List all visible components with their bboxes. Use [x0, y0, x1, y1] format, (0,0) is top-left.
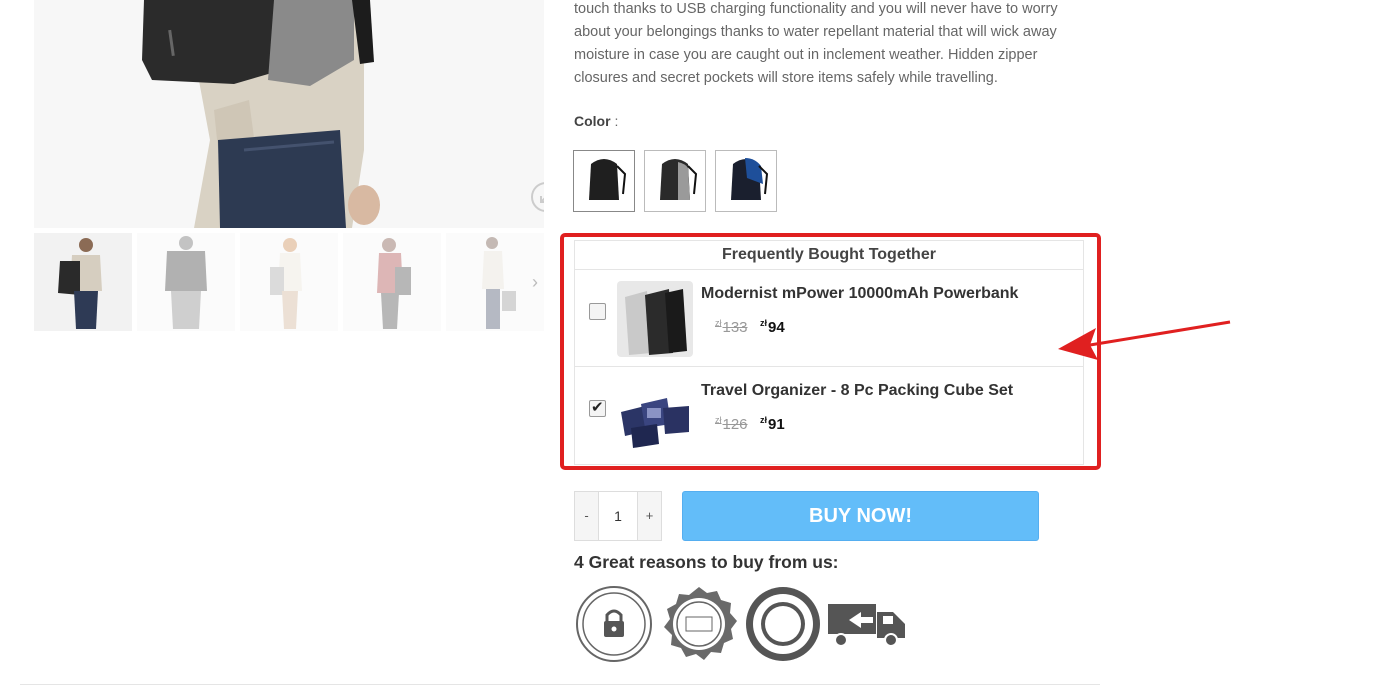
- arrow-left-icon: [1058, 320, 1231, 360]
- thumbnail-2[interactable]: [137, 233, 235, 331]
- thumbnail-3[interactable]: [240, 233, 338, 331]
- satisfaction-guaranteed-badge-icon: [746, 587, 820, 661]
- buy-now-button[interactable]: BUY NOW!: [682, 491, 1039, 541]
- quantity-stepper: - +: [574, 491, 662, 541]
- product-description: touch thanks to USB charging functionali…: [574, 1, 1058, 86]
- chevron-right-icon[interactable]: ›: [526, 271, 544, 293]
- thumbnail-1[interactable]: [34, 233, 132, 331]
- color-swatch-blue[interactable]: [715, 150, 777, 212]
- easy-returns-truck-icon: [828, 604, 905, 647]
- zoom-icon[interactable]: [530, 181, 544, 213]
- secure-ordering-badge-icon: [576, 586, 652, 662]
- reasons-title: 4 Great reasons to buy from us:: [574, 552, 839, 572]
- color-label: Color :: [574, 113, 619, 129]
- highlight-box: [560, 233, 1101, 470]
- color-swatch-black[interactable]: [573, 150, 635, 212]
- thumbnail-4[interactable]: [343, 233, 441, 331]
- color-swatch-grey[interactable]: [644, 150, 706, 212]
- money-back-guarantee-badge-icon: [664, 587, 737, 660]
- divider: [20, 684, 1100, 685]
- product-main-image[interactable]: [34, 0, 544, 228]
- quantity-decrease-button[interactable]: -: [575, 492, 599, 540]
- thumbnail-strip: ›: [34, 233, 544, 331]
- quantity-increase-button[interactable]: +: [637, 492, 661, 540]
- quantity-input[interactable]: [599, 492, 637, 540]
